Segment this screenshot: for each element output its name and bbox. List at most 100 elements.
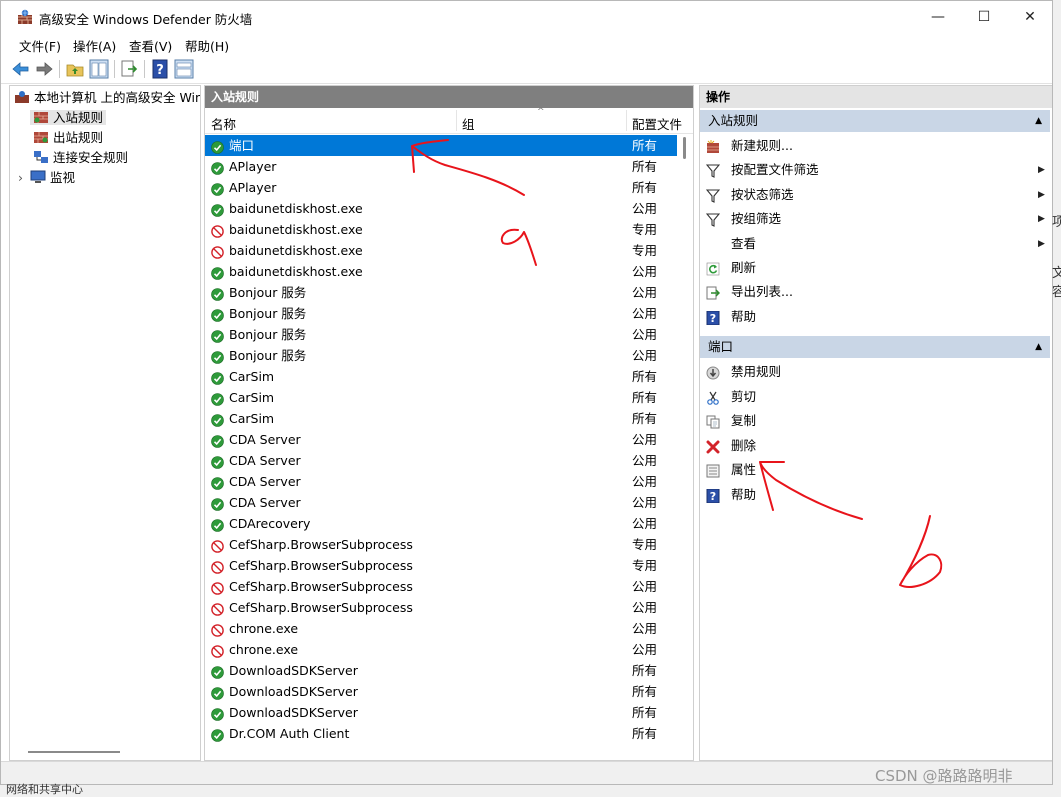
export-list-icon[interactable] xyxy=(119,59,139,79)
action-item[interactable]: 属性 xyxy=(700,459,1052,481)
table-row[interactable]: DownloadSDKServer 所有 xyxy=(205,702,677,723)
table-row[interactable]: chrone.exe 公用 xyxy=(205,618,677,639)
table-row[interactable]: CDA Server 公用 xyxy=(205,492,677,513)
table-row[interactable]: baidunetdiskhost.exe 专用 xyxy=(205,240,677,261)
action-item[interactable]: 剪切 xyxy=(700,386,1052,408)
allow-icon xyxy=(211,517,224,532)
forward-arrow-icon[interactable] xyxy=(34,59,54,79)
table-row[interactable]: DownloadSDKServer 所有 xyxy=(205,681,677,702)
table-row[interactable]: Dr.COM Auth Client 所有 xyxy=(205,723,677,744)
allow-icon xyxy=(211,475,224,490)
column-group[interactable]: 组 xyxy=(462,114,475,133)
up-folder-icon[interactable] xyxy=(65,59,85,79)
table-row[interactable]: baidunetdiskhost.exe 专用 xyxy=(205,219,677,240)
title-bar: 高级安全 Windows Defender 防火墙 — ☐ ✕ xyxy=(1,1,1052,33)
table-row[interactable]: CefSharp.BrowserSubprocess 专用 xyxy=(205,534,677,555)
allow-icon xyxy=(211,181,224,196)
menu-action[interactable]: 操作(A) xyxy=(73,36,116,55)
block-icon xyxy=(211,223,224,238)
help-toolbar-icon[interactable]: ? xyxy=(150,59,170,79)
filter-icon xyxy=(705,212,721,228)
collapse-caret-icon[interactable]: ▲ xyxy=(1035,336,1042,358)
show-hide-tree-icon[interactable] xyxy=(89,59,109,79)
action-item[interactable]: 按状态筛选 ▶ xyxy=(700,184,1052,206)
block-icon xyxy=(211,580,224,595)
submenu-arrow-icon: ▶ xyxy=(1038,189,1045,200)
svg-text:?: ? xyxy=(710,312,716,325)
action-item[interactable]: 禁用规则 xyxy=(700,361,1052,383)
filter-icon xyxy=(705,188,721,203)
minimize-button[interactable]: — xyxy=(915,1,961,33)
action-item[interactable]: 复制 xyxy=(700,410,1052,432)
action-item[interactable]: 查看 ▶ xyxy=(700,233,1052,255)
table-row[interactable]: CDA Server 公用 xyxy=(205,471,677,492)
action-item[interactable]: 删除 xyxy=(700,435,1052,457)
action-item[interactable]: 导出列表... xyxy=(700,281,1052,303)
table-row[interactable]: Bonjour 服务 公用 xyxy=(205,282,677,303)
tree-item-inbound-rules[interactable]: 入站规则 xyxy=(30,108,107,127)
table-row[interactable]: CefSharp.BrowserSubprocess 公用 xyxy=(205,576,677,597)
table-row[interactable]: CarSim 所有 xyxy=(205,387,677,408)
allow-icon xyxy=(211,160,224,175)
rule-profile: 专用 xyxy=(632,243,658,258)
maximize-button[interactable]: ☐ xyxy=(961,1,1007,33)
action-item[interactable]: 刷新 xyxy=(700,257,1052,279)
column-name[interactable]: 名称 xyxy=(211,114,236,133)
table-row[interactable]: baidunetdiskhost.exe 公用 xyxy=(205,261,677,282)
table-row[interactable]: baidunetdiskhost.exe 公用 xyxy=(205,198,677,219)
table-row[interactable]: CarSim 所有 xyxy=(205,408,677,429)
allow-icon xyxy=(211,664,224,679)
inbound-rules-icon xyxy=(34,112,48,123)
table-row[interactable]: APlayer 所有 xyxy=(205,156,677,177)
rule-profile: 所有 xyxy=(632,369,658,384)
rule-profile: 公用 xyxy=(632,453,658,468)
table-row[interactable]: Bonjour 服务 公用 xyxy=(205,345,677,366)
rule-name: CefSharp.BrowserSubprocess xyxy=(229,537,413,552)
actions-section-inbound-rules[interactable]: 入站规则 ▲ xyxy=(700,110,1050,132)
menu-file[interactable]: 文件(F) xyxy=(19,36,61,55)
tree-item-connection-security-rules[interactable]: 连接安全规则 xyxy=(33,148,128,167)
table-row[interactable]: APlayer 所有 xyxy=(205,177,677,198)
table-row[interactable]: CefSharp.BrowserSubprocess 公用 xyxy=(205,597,677,618)
submenu-arrow-icon: ▶ xyxy=(1038,214,1045,225)
menu-view[interactable]: 查看(V) xyxy=(129,36,172,55)
list-scroll-thumb[interactable] xyxy=(683,137,686,159)
table-row[interactable]: chrone.exe 公用 xyxy=(205,639,677,660)
action-item[interactable]: 按配置文件筛选 ▶ xyxy=(700,159,1052,181)
tree-root[interactable]: 本地计算机 上的高级安全 Windows xyxy=(14,88,200,107)
table-row[interactable]: Bonjour 服务 公用 xyxy=(205,303,677,324)
table-row[interactable]: CDA Server 公用 xyxy=(205,429,677,450)
column-profile[interactable]: 配置文件 xyxy=(632,114,682,133)
menu-help[interactable]: 帮助(H) xyxy=(185,36,229,55)
rule-profile: 专用 xyxy=(632,222,658,237)
actions-section-selected-rule[interactable]: 端口 ▲ xyxy=(700,336,1050,358)
table-row[interactable]: CarSim 所有 xyxy=(205,366,677,387)
section-label: 端口 xyxy=(708,339,734,354)
tree-item-label: 连接安全规则 xyxy=(53,150,129,165)
collapse-caret-icon[interactable]: ▲ xyxy=(1035,110,1042,132)
tree-horizontal-scrollbar[interactable] xyxy=(28,751,120,753)
list-vertical-scrollbar[interactable] xyxy=(677,135,693,760)
back-arrow-icon[interactable] xyxy=(11,59,31,79)
action-label: 刷新 xyxy=(731,260,757,275)
allow-icon xyxy=(211,433,224,448)
action-item[interactable]: ? 帮助 xyxy=(700,484,1052,506)
action-item[interactable]: 按组筛选 ▶ xyxy=(700,208,1052,230)
table-row[interactable]: DownloadSDKServer 所有 xyxy=(205,660,677,681)
table-row[interactable]: CDArecovery 公用 xyxy=(205,513,677,534)
action-item[interactable]: 新建规则... xyxy=(700,135,1052,157)
show-hide-action-pane-icon[interactable] xyxy=(174,59,194,79)
close-button[interactable]: ✕ xyxy=(1007,1,1052,33)
tree-item-monitoring[interactable]: › 监视 xyxy=(18,168,75,187)
table-row[interactable]: Bonjour 服务 公用 xyxy=(205,324,677,345)
outbound-rules-icon xyxy=(34,132,48,143)
tree-item-outbound-rules[interactable]: 出站规则 xyxy=(33,128,103,147)
table-row[interactable]: 端口 所有 xyxy=(205,135,677,156)
action-label: 帮助 xyxy=(731,487,757,502)
firewall-app-icon xyxy=(18,9,32,24)
new-rule-icon xyxy=(706,139,720,153)
expand-chevron-icon[interactable]: › xyxy=(18,168,30,187)
action-item[interactable]: ? 帮助 xyxy=(700,306,1052,328)
table-row[interactable]: CefSharp.BrowserSubprocess 专用 xyxy=(205,555,677,576)
table-row[interactable]: CDA Server 公用 xyxy=(205,450,677,471)
